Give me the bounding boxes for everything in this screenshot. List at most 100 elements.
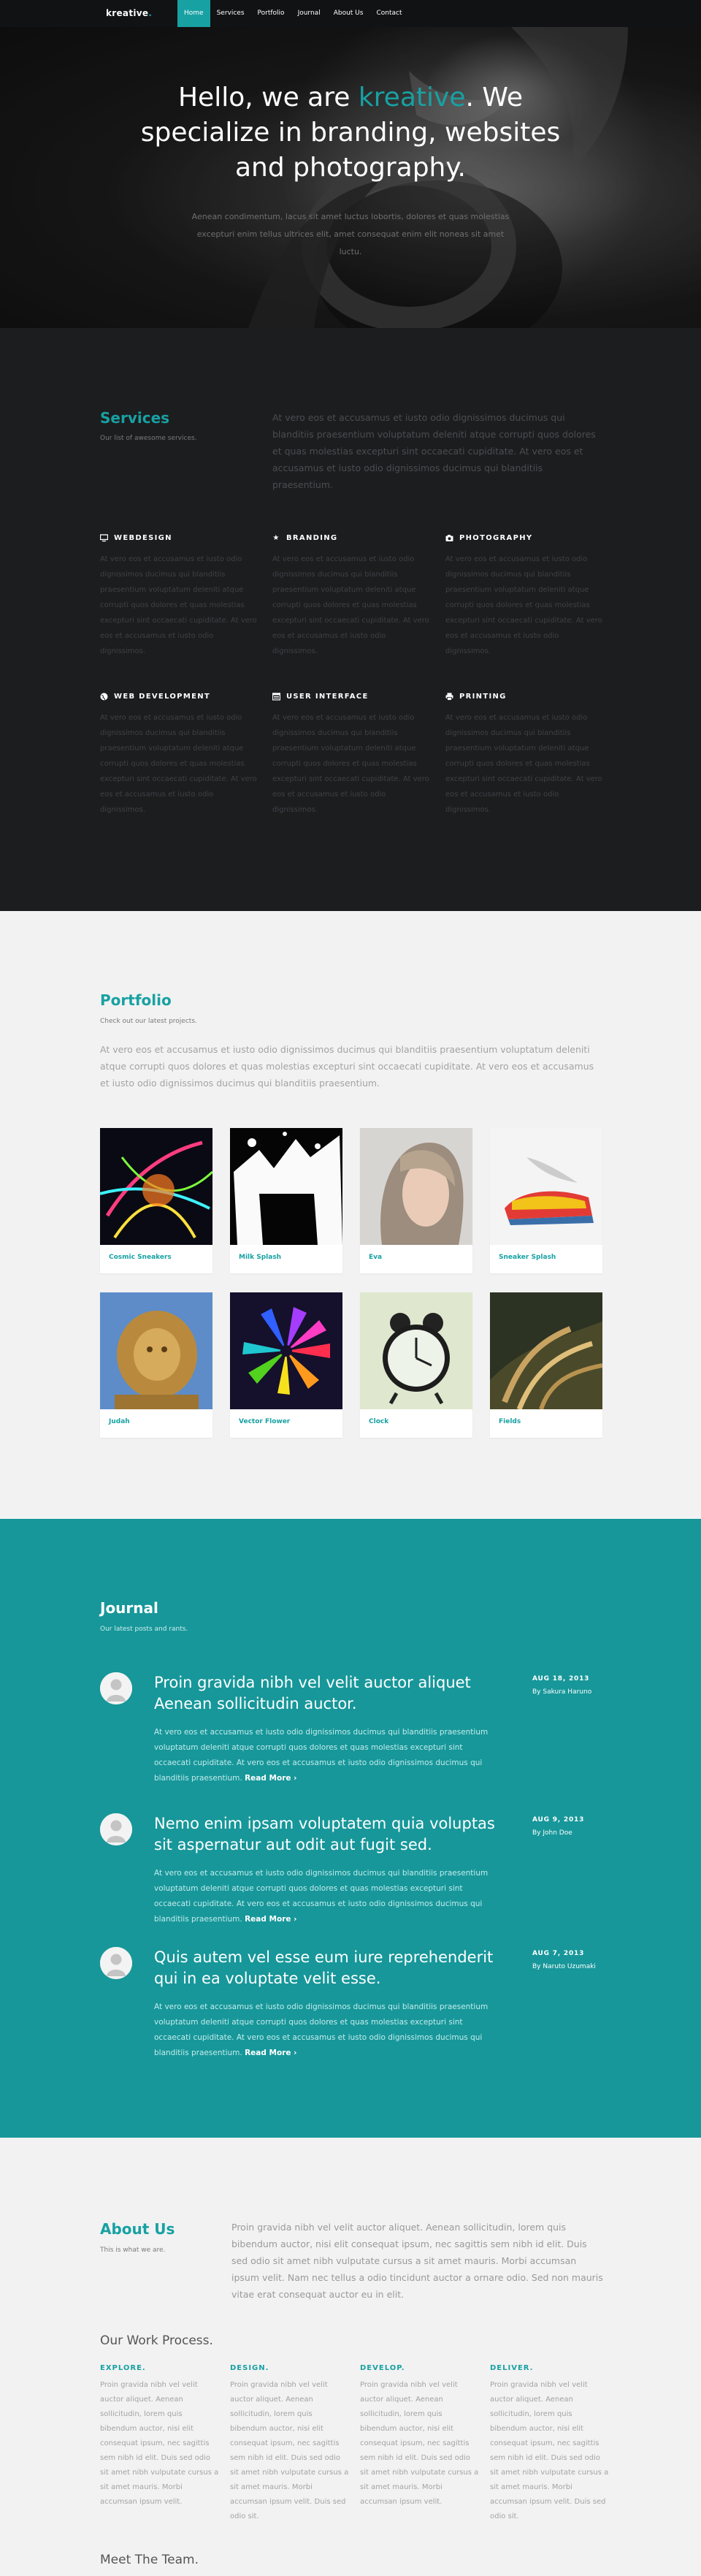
portfolio-image	[230, 1292, 342, 1409]
hero-headline: Hello, we are kreative. We specialize in…	[117, 80, 584, 186]
hero-subtitle: Aenean condimentum, lacus sit amet luctu…	[191, 212, 510, 256]
portfolio-image	[360, 1292, 472, 1409]
portfolio-section: Portfolio Check out our latest projects.…	[0, 911, 701, 1519]
service-title: PHOTOGRAPHY	[459, 533, 533, 542]
nav-item-services[interactable]: Services	[210, 0, 251, 27]
service-title: USER INTERFACE	[286, 692, 369, 701]
work-process-title: Our Work Process.	[100, 2333, 213, 2348]
journal-title: Journal	[100, 1599, 158, 1617]
printer-icon	[445, 693, 453, 701]
post-excerpt: At vero eos et accusamus et iusto odio d…	[154, 2000, 497, 2061]
process-step-title: DELIVER.	[490, 2364, 534, 2372]
portfolio-item-milk-splash[interactable]: Milk Splash	[230, 1128, 342, 1273]
process-step-title: DEVELOP.	[360, 2364, 405, 2372]
portfolio-image	[100, 1128, 212, 1245]
process-step-text: Proin gravida nibh vel velit auctor aliq…	[490, 2381, 609, 2520]
portfolio-caption[interactable]: Clock	[369, 1418, 388, 1425]
nav-item-home[interactable]: Home	[177, 0, 210, 27]
service-title: PRINTING	[459, 692, 507, 701]
logo-dot: .	[148, 8, 153, 18]
service-web-development: WEB DEVELOPMENT At vero eos et accusamus…	[100, 691, 257, 818]
portfolio-item-sneaker-splash[interactable]: Sneaker Splash	[490, 1128, 602, 1273]
read-more-label: Read More	[245, 1915, 291, 1924]
portfolio-item-fields[interactable]: Fields	[490, 1292, 602, 1438]
portfolio-caption[interactable]: Fields	[499, 1418, 521, 1425]
journal-subtitle: Our latest posts and rants.	[100, 1626, 188, 1633]
hero-section: Hello, we are kreative. We specialize in…	[0, 27, 701, 328]
post-title-link[interactable]: Proin gravida nibh vel velit auctor aliq…	[154, 1672, 497, 1715]
portfolio-title: Portfolio	[100, 991, 172, 1009]
nav-item-about-us[interactable]: About Us	[327, 0, 370, 27]
chevron-right-icon: ›	[294, 2049, 297, 2057]
portfolio-item-vector-flower[interactable]: Vector Flower	[230, 1292, 342, 1438]
portfolio-caption[interactable]: Milk Splash	[239, 1254, 281, 1261]
portfolio-caption[interactable]: Judah	[109, 1418, 130, 1425]
chevron-right-icon: ›	[294, 1774, 297, 1783]
post-title-link[interactable]: Nemo enim ipsam voluptatem quia voluptas…	[154, 1813, 497, 1856]
service-title: BRANDING	[286, 533, 338, 542]
post-excerpt: At vero eos et accusamus et iusto odio d…	[154, 1866, 497, 1927]
author-avatar	[100, 1813, 132, 1845]
journal-section: Journal Our latest posts and rants. Proi…	[0, 1519, 701, 2138]
camera-icon	[445, 534, 453, 541]
author-avatar	[100, 1947, 132, 1979]
post-title-link[interactable]: Quis autem vel esse eum iure reprehender…	[154, 1947, 497, 1989]
site-logo[interactable]: kreative.	[106, 8, 152, 18]
process-step-explore: EXPLORE. Proin gravida nibh vel velit au…	[100, 2364, 221, 2510]
portfolio-caption[interactable]: Vector Flower	[239, 1418, 290, 1425]
portfolio-caption[interactable]: Eva	[369, 1254, 382, 1261]
portfolio-lead: At vero eos et accusamus et iusto odio d…	[100, 1044, 594, 1089]
service-text: At vero eos et accusamus et iusto odio d…	[445, 714, 602, 814]
author-avatar	[100, 1672, 132, 1704]
portfolio-image	[100, 1292, 212, 1409]
process-step-title: DESIGN.	[230, 2364, 269, 2372]
nav-item-portfolio[interactable]: Portfolio	[251, 0, 291, 27]
nav-item-contact[interactable]: Contact	[369, 0, 408, 27]
post-date: AUG 18, 2013	[532, 1675, 590, 1683]
process-step-title: EXPLORE.	[100, 2364, 146, 2372]
read-more-link[interactable]: Read More ›	[245, 1774, 296, 1783]
read-more-link[interactable]: Read More ›	[245, 2049, 296, 2057]
service-title: WEB DEVELOPMENT	[114, 692, 210, 701]
read-more-label: Read More	[245, 1774, 291, 1783]
service-text: At vero eos et accusamus et iusto odio d…	[100, 714, 257, 814]
process-step-develop: DEVELOP. Proin gravida nibh vel velit au…	[360, 2364, 480, 2510]
read-more-link[interactable]: Read More ›	[245, 1915, 296, 1924]
portfolio-image	[490, 1128, 602, 1245]
process-step-design: DESIGN. Proin gravida nibh vel velit auc…	[230, 2364, 350, 2524]
portfolio-item-judah[interactable]: Judah	[100, 1292, 212, 1438]
about-title: About Us	[100, 2220, 175, 2238]
logo-text: kreative	[106, 8, 149, 18]
monitor-icon	[100, 533, 108, 541]
portfolio-caption[interactable]: Sneaker Splash	[499, 1254, 556, 1261]
service-text: At vero eos et accusamus et iusto odio d…	[100, 555, 257, 655]
window-icon	[272, 692, 280, 701]
portfolio-image	[360, 1128, 472, 1245]
post-date: AUG 9, 2013	[532, 1816, 585, 1824]
chevron-right-icon: ›	[294, 1915, 297, 1924]
services-lead: At vero eos et accusamus et iusto odio d…	[272, 412, 596, 490]
service-photography: PHOTOGRAPHY At vero eos et accusamus et …	[445, 533, 602, 659]
portfolio-item-cosmic-sneakers[interactable]: Cosmic Sneakers	[100, 1128, 212, 1273]
process-step-deliver: DELIVER. Proin gravida nibh vel velit au…	[490, 2364, 610, 2524]
post-author: By Sakura Haruno	[532, 1688, 592, 1696]
portfolio-caption[interactable]: Cosmic Sneakers	[109, 1254, 172, 1261]
read-more-label: Read More	[245, 2049, 291, 2057]
post-author: By John Doe	[532, 1829, 572, 1837]
process-step-text: Proin gravida nibh vel velit auctor aliq…	[100, 2381, 219, 2506]
services-title: Services	[100, 409, 170, 427]
journal-post: Quis autem vel esse eum iure reprehender…	[100, 1947, 611, 2064]
star-icon: ★	[272, 533, 280, 542]
nav-item-journal[interactable]: Journal	[291, 0, 327, 27]
service-title: WEBDESIGN	[114, 533, 172, 542]
meet-the-team-title: Meet The Team.	[100, 2553, 199, 2567]
portfolio-item-clock[interactable]: Clock	[360, 1292, 472, 1438]
post-author: By Naruto Uzumaki	[532, 1963, 596, 1970]
service-text: At vero eos et accusamus et iusto odio d…	[272, 555, 429, 655]
hero-headline-part-1: Hello, we are	[177, 83, 359, 113]
service-user-interface: USER INTERFACE At vero eos et accusamus …	[272, 691, 429, 818]
post-excerpt-text: At vero eos et accusamus et iusto odio d…	[154, 2003, 489, 2057]
portfolio-item-eva[interactable]: Eva	[360, 1128, 472, 1273]
hero-headline-accent: kreative	[358, 83, 466, 113]
post-date: AUG 7, 2013	[532, 1950, 585, 1957]
